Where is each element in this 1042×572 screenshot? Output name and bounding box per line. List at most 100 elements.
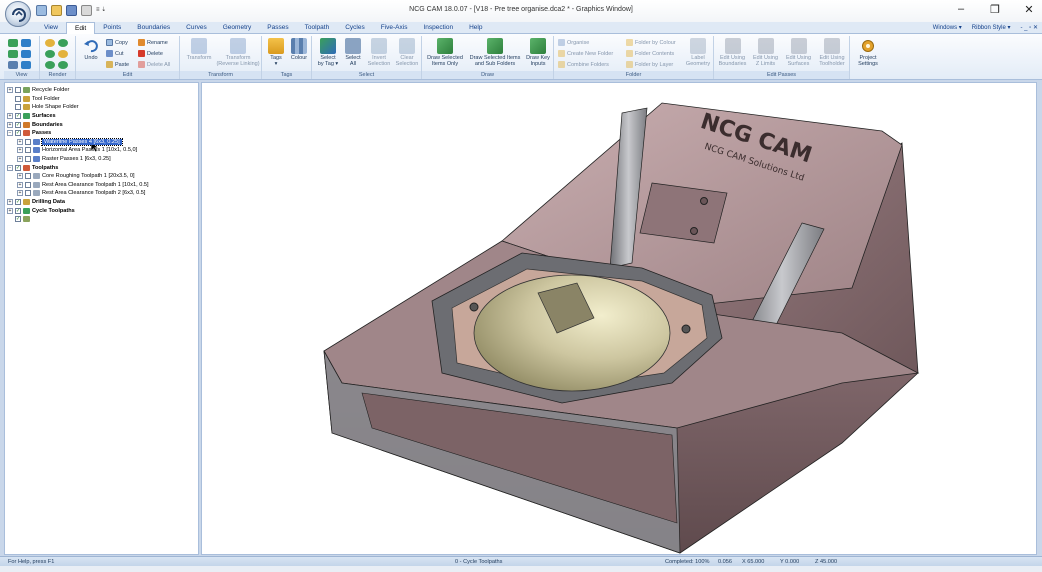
pan-icon[interactable]: [21, 61, 31, 69]
tree-item[interactable]: + Rest Area Clearance Toolpath 1 [10x1, 0…: [7, 181, 196, 190]
windows-menu[interactable]: Windows ▾: [933, 24, 962, 31]
tree-expander-icon[interactable]: +: [17, 190, 23, 197]
render-edges-icon[interactable]: [58, 61, 68, 69]
tree-visibility-checkbox[interactable]: [15, 87, 21, 94]
view-side-icon[interactable]: [21, 50, 31, 58]
tree-expander-icon[interactable]: +: [17, 181, 23, 188]
tree-item[interactable]: ✓: [7, 215, 196, 224]
tree-expander-icon[interactable]: +: [7, 199, 13, 206]
project-settings-button[interactable]: Project Settings: [853, 38, 883, 67]
draw-key-inputs-button[interactable]: Draw Key Inputs: [524, 38, 552, 67]
minimize-button[interactable]: –: [954, 3, 968, 16]
tree-visibility-checkbox[interactable]: [25, 181, 31, 188]
zoom-fit-icon[interactable]: [8, 61, 18, 69]
render-colour-icon[interactable]: [45, 61, 55, 69]
tree-expander-icon[interactable]: +: [7, 121, 13, 128]
cam-model-view[interactable]: NCG CAM NCG CAM Solutions Ltd: [202, 83, 1037, 555]
tree-item[interactable]: + Raster Passes 1 [6x3, 0.25]: [7, 155, 196, 164]
draw-selected-items-button[interactable]: Draw Selected Items Only: [424, 38, 466, 67]
tree-item[interactable]: − ✓ Toolpaths: [7, 163, 196, 172]
tab-curves[interactable]: Curves: [178, 22, 215, 34]
shaded-render-icon[interactable]: [45, 39, 55, 47]
tree-item[interactable]: + Core Roughing Toolpath 1 [20x3.5, 0]: [7, 172, 196, 181]
tree-visibility-checkbox[interactable]: ✓: [15, 113, 21, 120]
view-front-icon[interactable]: [21, 39, 31, 47]
tab-boundaries[interactable]: Boundaries: [129, 22, 178, 34]
tree-visibility-checkbox[interactable]: [15, 104, 21, 111]
rename-button[interactable]: Rename: [138, 39, 168, 46]
tree-item[interactable]: Hole Shape Folder: [7, 103, 196, 112]
wireframe-render-icon[interactable]: [58, 39, 68, 47]
transform-reverse-linking-button[interactable]: Transform (Reverse Linking): [216, 38, 260, 67]
tab-help[interactable]: Help: [461, 22, 490, 34]
tab-cycles[interactable]: Cycles: [337, 22, 373, 34]
tree-item[interactable]: + Recycle Folder: [7, 86, 196, 95]
tab-points[interactable]: Points: [95, 22, 129, 34]
paste-button[interactable]: Paste: [106, 61, 129, 68]
tree-visibility-checkbox[interactable]: [25, 138, 31, 145]
tree-item[interactable]: + Rest Area Clearance Toolpath 2 [6x3, 0.…: [7, 189, 196, 198]
clear-selection-button[interactable]: Clear Selection: [393, 38, 421, 67]
tab-toolpath[interactable]: Toolpath: [297, 22, 338, 34]
tree-item[interactable]: + ✓ Cycle Toolpaths: [7, 206, 196, 215]
render-options-icon[interactable]: [45, 50, 55, 58]
colour-button[interactable]: Colour: [288, 38, 310, 61]
folder-contents-button[interactable]: Folder Contents: [626, 50, 674, 57]
view-top-icon[interactable]: [8, 39, 18, 47]
tree-expander-icon[interactable]: +: [17, 147, 23, 154]
tree-item[interactable]: + Waterline Passes 4 [6x3, 0.25]: [7, 137, 196, 147]
tree-visibility-checkbox[interactable]: [25, 173, 31, 180]
tab-five-axis[interactable]: Five-Axis: [373, 22, 416, 34]
tab-view[interactable]: View: [36, 22, 66, 34]
tree-item[interactable]: − ✓ Passes: [7, 129, 196, 138]
edit-using-surfaces-button[interactable]: Edit Using Surfaces: [782, 38, 815, 67]
tree-expander-icon[interactable]: +: [7, 207, 13, 214]
tree-expander-icon[interactable]: +: [7, 113, 13, 120]
tags-button[interactable]: Tags ▾: [265, 38, 287, 67]
tab-edit[interactable]: Edit: [65, 22, 96, 34]
tree-expander-icon[interactable]: −: [7, 164, 13, 171]
tree-item[interactable]: + ✓ Surfaces: [7, 112, 196, 121]
tab-passes[interactable]: Passes: [259, 22, 296, 34]
create-new-folder-button[interactable]: Create New Folder: [558, 50, 613, 57]
tab-geometry[interactable]: Geometry: [215, 22, 260, 34]
edit-using-z-limits-button[interactable]: Edit Using Z Limits: [749, 38, 782, 67]
tree-expander-icon[interactable]: +: [17, 156, 23, 163]
delete-all-button[interactable]: Delete All: [138, 61, 170, 68]
tree-visibility-checkbox[interactable]: ✓: [15, 121, 21, 128]
app-menu-button[interactable]: [5, 1, 31, 27]
tree-visibility-checkbox[interactable]: [15, 95, 21, 102]
tree-visibility-checkbox[interactable]: ✓: [15, 216, 21, 223]
delete-button[interactable]: Delete: [138, 50, 163, 57]
ribbon-window-controls[interactable]: - _ ▫ ✕: [1021, 24, 1039, 31]
render-lights-icon[interactable]: [58, 50, 68, 58]
tree-visibility-checkbox[interactable]: [25, 156, 31, 163]
close-button[interactable]: ✕: [1022, 3, 1036, 16]
invert-selection-button[interactable]: Invert Selection: [365, 38, 393, 67]
tree-expander-icon[interactable]: +: [17, 138, 23, 145]
folder-by-layer-button[interactable]: Folder by Layer: [626, 61, 673, 68]
view-iso-icon[interactable]: [8, 50, 18, 58]
transform-button[interactable]: Transform: [182, 38, 216, 61]
tree-visibility-checkbox[interactable]: [25, 190, 31, 197]
restore-button[interactable]: ❐: [988, 3, 1002, 16]
ribbon-style-menu[interactable]: Ribbon Style ▾: [972, 24, 1011, 31]
tree-expander-icon[interactable]: −: [7, 130, 13, 137]
label-geometry-button[interactable]: Label Geometry: [684, 38, 712, 67]
graphics-window[interactable]: NCG CAM NCG CAM Solutions Ltd: [201, 82, 1037, 555]
combine-folders-button[interactable]: Combine Folders: [558, 61, 609, 68]
edit-using-toolholder-button[interactable]: Edit Using Toolholder: [815, 38, 849, 67]
project-tree-panel[interactable]: + Recycle Folder Tool Folder Hole Shape Fol…: [4, 82, 199, 555]
select-all-button[interactable]: Select All: [341, 38, 365, 67]
tree-item[interactable]: + ✓ Boundaries: [7, 120, 196, 129]
undo-button[interactable]: Undo: [80, 38, 102, 61]
tree-item[interactable]: + Horizontal Area Passes 1 [10x1, 0.5,0]: [7, 146, 196, 155]
tree-expander-icon[interactable]: +: [7, 87, 13, 94]
cut-button[interactable]: Cut: [106, 50, 124, 57]
organise-button[interactable]: Organise: [558, 39, 589, 46]
tree-visibility-checkbox[interactable]: ✓: [15, 130, 21, 137]
tree-item[interactable]: Tool Folder: [7, 95, 196, 104]
edit-using-boundaries-button[interactable]: Edit Using Boundaries: [716, 38, 749, 67]
select-by-tag-button[interactable]: Select by Tag ▾: [315, 38, 341, 67]
tree-visibility-checkbox[interactable]: ✓: [15, 207, 21, 214]
